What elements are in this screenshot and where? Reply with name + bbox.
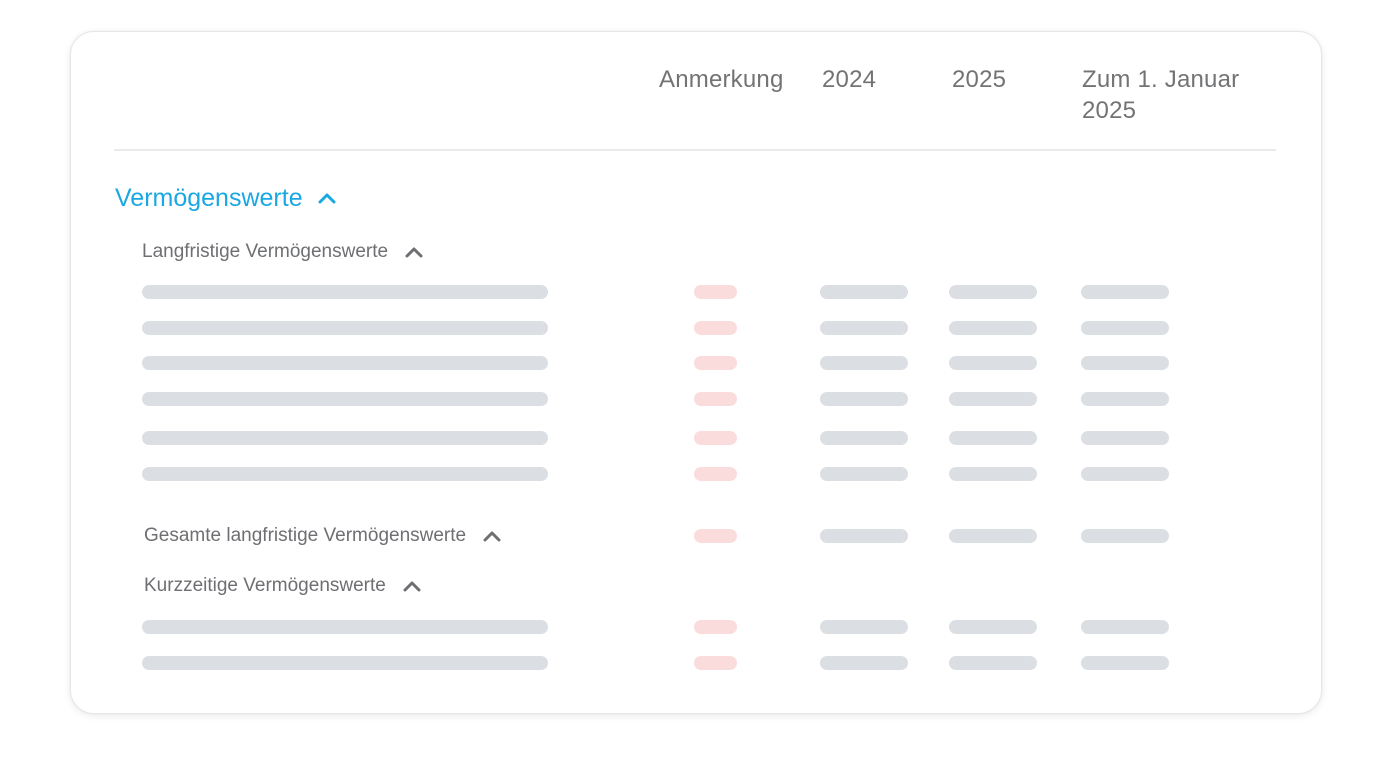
header-divider [114,149,1276,151]
table-row [0,285,1392,299]
row-value-2025-placeholder [949,620,1037,634]
row-value-2024-placeholder [820,467,908,481]
row-value-2025-placeholder [949,285,1037,299]
table-row [0,431,1392,445]
table-row [0,656,1392,670]
row-value-opening-placeholder [1081,392,1169,406]
row-value-2024-placeholder [820,620,908,634]
chevron-up-icon [403,581,421,592]
row-label-placeholder [142,321,548,335]
row-value-opening-placeholder [1081,529,1169,543]
row-value-2024-placeholder [820,656,908,670]
row-value-2025-placeholder [949,392,1037,406]
row-value-2025-placeholder [949,356,1037,370]
row-value-opening-placeholder [1081,431,1169,445]
row-label-placeholder [142,467,548,481]
row-note-placeholder [694,529,737,543]
row-value-2024-placeholder [820,321,908,335]
row-note-placeholder [694,467,737,481]
row-note-placeholder [694,392,737,406]
row-value-2024-placeholder [820,392,908,406]
group-title-short-term-assets: Kurzzeitige Vermögenswerte [144,575,386,596]
table-row [0,620,1392,634]
balance-sheet-card [70,31,1322,714]
column-header-2024: 2024 [822,66,877,93]
row-note-placeholder [694,321,737,335]
chevron-up-icon [405,247,423,258]
table-row [0,467,1392,481]
row-label-placeholder [142,285,548,299]
row-note-placeholder [694,356,737,370]
column-header-opening-balance: Zum 1. Januar 2025 [1082,66,1240,124]
row-note-placeholder [694,620,737,634]
row-label-placeholder [142,392,548,406]
chevron-up-icon [318,193,336,204]
row-value-2025-placeholder [949,467,1037,481]
row-value-2025-placeholder [949,431,1037,445]
group-toggle-short-term-assets[interactable]: Kurzzeitige Vermögenswerte [144,574,422,598]
row-value-2024-placeholder [820,431,908,445]
row-note-placeholder [694,656,737,670]
row-value-opening-placeholder [1081,356,1169,370]
row-label-placeholder [142,620,548,634]
row-value-opening-placeholder [1081,656,1169,670]
row-value-opening-placeholder [1081,620,1169,634]
row-label-placeholder [142,356,548,370]
table-row [0,321,1392,335]
row-note-placeholder [694,431,737,445]
table-row [0,356,1392,370]
row-value-2024-placeholder [820,356,908,370]
group-toggle-long-term-assets[interactable]: Langfristige Vermögenswerte [142,240,424,264]
row-label-placeholder [142,431,548,445]
column-header-2025: 2025 [952,66,1007,93]
row-value-2024-placeholder [820,529,908,543]
row-label-placeholder [142,656,548,670]
row-value-2025-placeholder [949,321,1037,335]
table-row [0,392,1392,406]
row-note-placeholder [694,285,737,299]
column-header-note: Anmerkung [659,66,784,93]
row-value-opening-placeholder [1081,467,1169,481]
row-value-2025-placeholder [949,656,1037,670]
row-value-2024-placeholder [820,285,908,299]
group-title-long-term-assets: Langfristige Vermögenswerte [142,241,389,262]
row-value-2025-placeholder [949,529,1037,543]
section-toggle-assets[interactable]: Vermögenswerte [115,183,337,213]
section-title-assets: Vermögenswerte [115,184,303,212]
row-value-opening-placeholder [1081,285,1169,299]
table-row-total [0,529,1392,543]
row-value-opening-placeholder [1081,321,1169,335]
